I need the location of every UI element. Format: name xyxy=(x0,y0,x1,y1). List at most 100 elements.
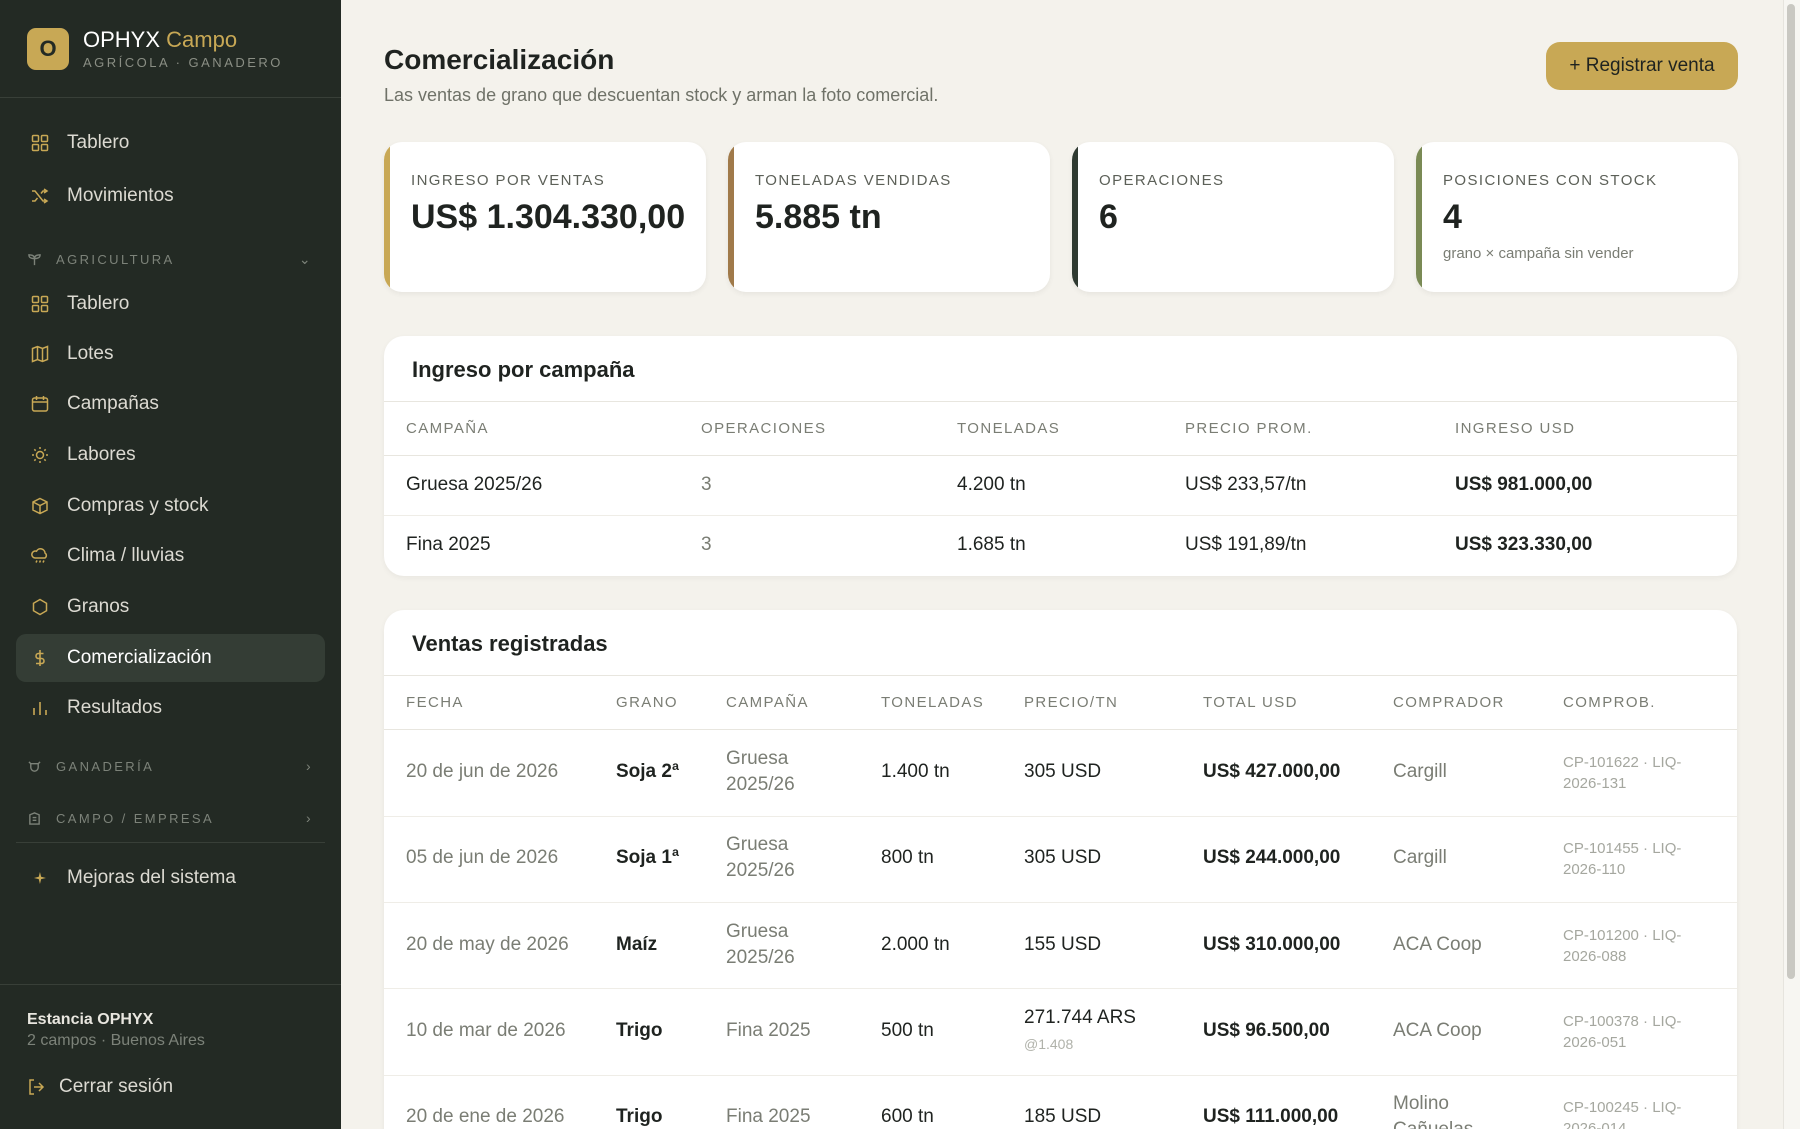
logout-icon xyxy=(27,1078,45,1096)
cell-campana-line: Gruesa xyxy=(726,748,789,769)
chevron-down-icon: ⌄ xyxy=(298,250,313,267)
cell-comprador-line: Molino xyxy=(1393,1093,1449,1114)
dollar-icon xyxy=(29,647,51,669)
section-agricultura[interactable]: AGRICULTURA ⌄ xyxy=(28,247,313,271)
sun-icon xyxy=(29,444,51,466)
sparkle-icon xyxy=(29,867,51,889)
sidebar-item-campanas[interactable]: Campañas xyxy=(16,380,325,428)
cell-ingreso: US$ 323.330,00 xyxy=(1455,534,1593,555)
stat-label: INGRESO POR VENTAS xyxy=(411,172,606,189)
sidebar-item-agri-tablero[interactable]: Tablero xyxy=(16,280,325,328)
sidebar-item-label: Mejoras del sistema xyxy=(67,867,236,888)
cell-toneladas: 800 tn xyxy=(881,847,934,868)
cell-fecha: 20 de ene de 2026 xyxy=(406,1106,565,1127)
column-header[interactable]: COMPROB. xyxy=(1563,694,1656,711)
sidebar-item-comercializacion[interactable]: Comercialización xyxy=(16,634,325,682)
column-header[interactable]: CAMPAÑA xyxy=(406,420,489,437)
column-header[interactable]: TONELADAS xyxy=(881,694,984,711)
sidebar-item-label: Lotes xyxy=(67,343,114,364)
cell-campana: Fina 2025 xyxy=(726,1106,811,1127)
section-campo-empresa[interactable]: CAMPO / EMPRESA › xyxy=(28,806,313,830)
stat-card-ingreso: INGRESO POR VENTAS US$ 1.304.330,00 xyxy=(384,142,706,292)
cell-precio: 305 USD xyxy=(1024,761,1102,782)
header-divider xyxy=(384,729,1737,730)
cell-comprobante-line: 2026-110 xyxy=(1563,861,1626,878)
cell-campana: Gruesa 2025/26 xyxy=(726,746,795,798)
cell-toneladas: 600 tn xyxy=(881,1106,934,1127)
cell-fecha: 10 de mar de 2026 xyxy=(406,1020,566,1041)
sidebar-item-label: Campañas xyxy=(67,393,159,414)
sprout-icon xyxy=(28,253,44,266)
stat-note: grano × campaña sin vender xyxy=(1443,245,1634,262)
cell-grano: Trigo xyxy=(616,1020,663,1041)
stat-value: 6 xyxy=(1099,198,1118,236)
column-header[interactable]: OPERACIONES xyxy=(701,420,826,437)
cell-comprobante: CP-101200 · LIQ- 2026-088 xyxy=(1563,925,1681,967)
logout-button[interactable]: Cerrar sesión xyxy=(27,1076,173,1098)
panel-divider xyxy=(384,675,1737,676)
row-divider xyxy=(384,902,1737,903)
cell-comprobante: CP-100378 · LIQ- 2026-051 xyxy=(1563,1011,1681,1053)
register-sale-button[interactable]: + Registrar venta xyxy=(1546,42,1738,90)
stat-label: POSICIONES CON STOCK xyxy=(1443,172,1658,189)
cell-campana: Gruesa 2025/26 xyxy=(726,919,795,971)
sidebar-item-movimientos[interactable]: Movimientos xyxy=(16,172,325,220)
sidebar-item-resultados[interactable]: Resultados xyxy=(16,684,325,732)
cell-comprador: ACA Coop xyxy=(1393,1020,1482,1041)
sidebar-item-tablero[interactable]: Tablero xyxy=(16,119,325,167)
scrollbar-thumb[interactable] xyxy=(1787,4,1795,979)
stat-card-toneladas: TONELADAS VENDIDAS 5.885 tn xyxy=(728,142,1050,292)
panel-title: Ingreso por campaña xyxy=(412,357,635,382)
cell-precio: 185 USD xyxy=(1024,1106,1102,1127)
cell-precio: US$ 233,57/tn xyxy=(1185,474,1307,495)
brand-name-accent: Campo xyxy=(166,27,238,52)
sidebar-item-label: Resultados xyxy=(67,697,163,718)
stat-label: OPERACIONES xyxy=(1099,172,1225,189)
chevron-right-icon: › xyxy=(305,758,313,774)
stat-value: 4 xyxy=(1443,198,1462,236)
cell-campana: Gruesa 2025/26 xyxy=(406,474,543,495)
cell-campana: Gruesa 2025/26 xyxy=(726,832,795,884)
column-header[interactable]: INGRESO USD xyxy=(1455,420,1575,437)
stat-card-posiciones: POSICIONES CON STOCK 4 grano × campaña s… xyxy=(1416,142,1738,292)
sidebar: O OPHYX Campo AGRÍCOLA · GANADERO Tabler… xyxy=(0,0,341,1129)
sidebar-item-label: Comercialización xyxy=(67,647,212,668)
cell-fecha: 05 de jun de 2026 xyxy=(406,847,559,868)
sidebar-item-labores[interactable]: Labores xyxy=(16,431,325,479)
cell-total: US$ 96.500,00 xyxy=(1203,1020,1330,1041)
cell-campana-line: Gruesa xyxy=(726,834,789,855)
brand-name: OPHYX Campo xyxy=(83,27,283,53)
sidebar-item-mejoras[interactable]: Mejoras del sistema xyxy=(16,854,325,902)
cell-precio-note: @1.408 xyxy=(1024,1036,1074,1052)
column-header[interactable]: FECHA xyxy=(406,694,464,711)
sidebar-item-compras-stock[interactable]: Compras y stock xyxy=(16,482,325,530)
sidebar-item-label: Granos xyxy=(67,596,130,617)
sidebar-item-lotes[interactable]: Lotes xyxy=(16,330,325,378)
sidebar-item-granos[interactable]: Granos xyxy=(16,583,325,631)
column-header[interactable]: TOTAL USD xyxy=(1203,694,1298,711)
column-header[interactable]: TONELADAS xyxy=(957,420,1060,437)
cell-comprobante-line: CP-101455 · LIQ- xyxy=(1563,840,1682,857)
column-header[interactable]: CAMPAÑA xyxy=(726,694,809,711)
section-label: CAMPO / EMPRESA xyxy=(56,810,215,826)
column-header[interactable]: COMPRADOR xyxy=(1393,694,1505,711)
cell-comprobante: CP-100245 · LIQ- 2026-014 xyxy=(1563,1097,1681,1129)
cell-campana-line: Gruesa xyxy=(726,921,789,942)
cell-campana: Fina 2025 xyxy=(406,534,491,555)
section-ganaderia[interactable]: GANADERÍA › xyxy=(28,754,313,778)
cell-total: US$ 111.000,00 xyxy=(1203,1106,1339,1127)
column-header[interactable]: PRECIO/TN xyxy=(1024,694,1118,711)
column-header[interactable]: GRANO xyxy=(616,694,678,711)
cell-comprobante-line: CP-100378 · LIQ- xyxy=(1563,1013,1682,1030)
cell-comprador: Cargill xyxy=(1393,847,1447,868)
cell-precio-value: 271.744 ARS xyxy=(1024,1007,1136,1028)
cell-grano: Maíz xyxy=(616,934,658,955)
org-detail: 2 campos · Buenos Aires xyxy=(27,1032,205,1049)
cell-grano: Soja 2ª xyxy=(616,761,680,782)
cell-grano: Soja 1ª xyxy=(616,847,680,868)
cell-precio: 155 USD xyxy=(1024,934,1102,955)
cell-comprobante-line: 2026-131 xyxy=(1563,775,1627,792)
column-header[interactable]: PRECIO PROM. xyxy=(1185,420,1313,437)
brand[interactable]: O OPHYX Campo AGRÍCOLA · GANADERO xyxy=(27,27,283,70)
sidebar-item-clima[interactable]: Clima / lluvias xyxy=(16,532,325,580)
